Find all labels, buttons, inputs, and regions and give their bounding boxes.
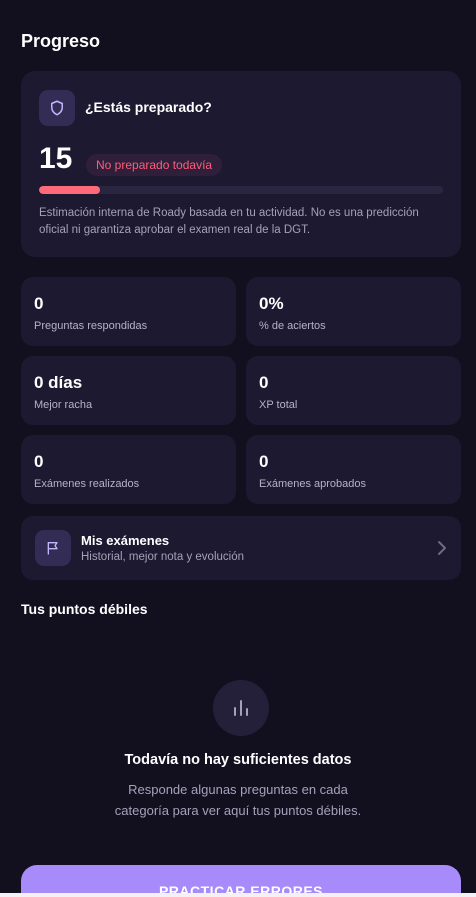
bottom-edge — [0, 893, 476, 897]
stat-label: Exámenes realizados — [34, 478, 140, 490]
stat-tile-streak: 0 días Mejor racha — [21, 356, 236, 425]
stat-value: 0 — [259, 373, 269, 392]
my-exams-subtitle: Historial, mejor nota y evolución — [81, 551, 244, 563]
weak-points-title: Tus puntos débiles — [21, 601, 148, 617]
empty-state-title: Todavía no hay suficientes datos — [124, 752, 352, 768]
readiness-status-badge: No preparado todavía — [86, 154, 223, 176]
stat-tile-answered: 0 Preguntas respondidas — [21, 277, 236, 346]
stat-label: Preguntas respondidas — [34, 320, 148, 332]
stat-tile-accuracy: 0% % de aciertos — [246, 277, 461, 346]
readiness-disclaimer: Estimación interna de Roady basada en tu… — [39, 207, 419, 236]
stat-value: 0% — [259, 294, 284, 313]
stat-tile-exams-passed: 0 Exámenes aprobados — [246, 435, 461, 504]
flag-icon — [35, 530, 71, 566]
readiness-progress-fill — [39, 186, 100, 194]
page-title: Progreso — [21, 31, 101, 51]
stat-value: 0 — [259, 452, 269, 471]
readiness-score: 15 — [39, 142, 73, 175]
stat-label: XP total — [259, 399, 298, 411]
stat-value: 0 — [34, 294, 44, 313]
stat-label: % de aciertos — [259, 320, 326, 332]
empty-state-description: Responde algunas preguntas en cada categ… — [114, 782, 362, 818]
readiness-progress-bar — [39, 186, 443, 194]
stat-value: 0 — [34, 452, 44, 471]
stat-tile-exams-taken: 0 Exámenes realizados — [21, 435, 236, 504]
practice-errors-button[interactable]: PRACTICAR ERRORES — [21, 865, 461, 893]
stat-tile-xp: 0 XP total — [246, 356, 461, 425]
progress-screen: Progreso ¿Estás preparado? 15 No prepara… — [0, 0, 476, 893]
stat-value: 0 días — [34, 373, 83, 392]
readiness-title: ¿Estás preparado? — [85, 99, 212, 115]
shield-icon — [39, 90, 75, 126]
stat-label: Mejor racha — [34, 399, 93, 411]
chevron-right-icon — [438, 541, 446, 555]
stat-label: Exámenes aprobados — [259, 478, 367, 490]
my-exams-title: Mis exámenes — [81, 533, 170, 548]
bar-chart-icon — [213, 680, 269, 736]
my-exams-link[interactable]: Mis exámenes Historial, mejor nota y evo… — [21, 516, 461, 580]
readiness-card: ¿Estás preparado? 15 No preparado todaví… — [21, 71, 461, 257]
